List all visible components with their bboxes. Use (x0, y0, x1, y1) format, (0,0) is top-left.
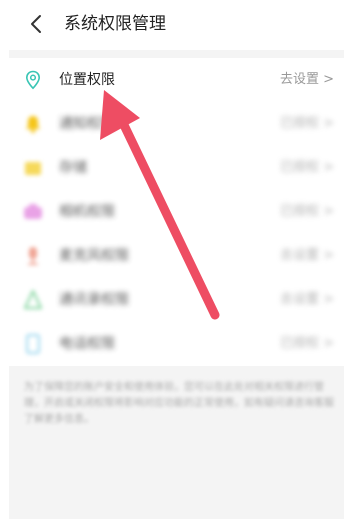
screen-right-edge (344, 0, 353, 519)
header-bar: 系统权限管理 (0, 0, 353, 50)
permission-row-microphone[interactable]: 麦克风权限 去设置 > (9, 234, 344, 278)
chevron-left-icon (31, 15, 41, 33)
bell-icon (23, 113, 43, 135)
permission-label: 通知权限 (59, 116, 115, 132)
permission-label: 位置权限 (59, 72, 115, 88)
microphone-icon (23, 245, 43, 267)
permission-status[interactable]: 已授权 > (280, 159, 334, 177)
permission-status[interactable]: 已授权 > (280, 115, 334, 133)
permission-note: 为了保障您的账户安全和使用体验，您可以在此处对相关权限进行管理，开启或关闭权限将… (24, 382, 334, 425)
permission-status[interactable]: 去设置 > (280, 247, 334, 265)
permission-row-contacts[interactable]: 通讯录权限 去设置 > (9, 278, 344, 322)
permission-status[interactable]: 去设置 > (280, 291, 334, 309)
permission-list: 位置权限 去设置 > 通知权限 已授权 > 存储 已授权 > 相机权限 已授权 … (9, 58, 344, 366)
permission-label: 电话权限 (59, 336, 115, 352)
permission-row-camera[interactable]: 相机权限 已授权 > (9, 190, 344, 234)
page-title: 系统权限管理 (64, 14, 166, 34)
permission-label: 麦克风权限 (59, 248, 129, 264)
back-button[interactable] (22, 10, 50, 38)
camera-icon (23, 201, 43, 223)
permission-status[interactable]: 已授权 > (280, 203, 334, 221)
permission-status[interactable]: 去设置 > (280, 71, 334, 89)
folder-icon (23, 157, 43, 179)
permission-row-location[interactable]: 位置权限 去设置 > (9, 58, 344, 102)
permission-row-notification[interactable]: 通知权限 已授权 > (9, 102, 344, 146)
permission-status[interactable]: 已授权 > (280, 335, 334, 353)
phone-icon (23, 333, 43, 355)
permission-label: 存储 (59, 160, 87, 176)
contacts-icon (23, 289, 43, 311)
screen-left-edge (0, 0, 9, 519)
location-pin-icon (23, 69, 43, 91)
permission-label: 相机权限 (59, 204, 115, 220)
screen: 系统权限管理 位置权限 去设置 > 通知权限 已授权 > 存储 已授权 > 相机… (0, 0, 353, 519)
permission-row-storage[interactable]: 存储 已授权 > (9, 146, 344, 190)
permission-label: 通讯录权限 (59, 292, 129, 308)
permission-row-phone[interactable]: 电话权限 已授权 > (9, 322, 344, 366)
